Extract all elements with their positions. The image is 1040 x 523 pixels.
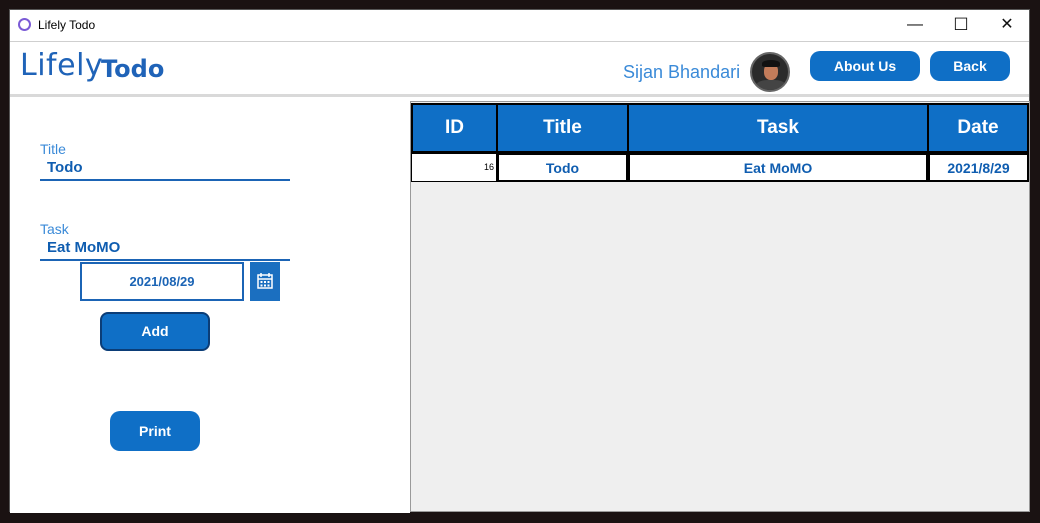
logo-todo: Todo: [101, 55, 165, 83]
column-header-task[interactable]: Task: [627, 103, 929, 153]
username-label: Sijan Bhandari: [623, 62, 741, 82]
title-field[interactable]: Todo: [47, 159, 83, 176]
window-title: Lifely Todo: [38, 18, 96, 32]
back-button[interactable]: Back: [930, 51, 1010, 81]
logo-lifely: Lifely: [20, 48, 104, 83]
todo-table: ID Title Task Date 16 Todo Eat MoMO 2021…: [410, 101, 1030, 512]
minimize-button[interactable]: —: [892, 10, 938, 41]
about-us-button[interactable]: About Us: [810, 51, 920, 81]
column-header-date[interactable]: Date: [927, 103, 1029, 153]
avatar: [750, 52, 790, 92]
maximize-button[interactable]: ☐: [938, 10, 984, 41]
title-field-underline: [40, 179, 290, 181]
table-cell-id[interactable]: 16: [411, 153, 497, 182]
task-field[interactable]: Eat MoMO: [47, 239, 120, 256]
title-bar: Lifely Todo — ☐ ✕: [10, 10, 1029, 42]
app-icon: [18, 18, 31, 31]
column-header-title[interactable]: Title: [496, 103, 629, 153]
column-header-id[interactable]: ID: [411, 103, 498, 153]
table-cell-date[interactable]: 2021/8/29: [928, 153, 1029, 182]
close-button[interactable]: ✕: [984, 10, 1030, 41]
date-field[interactable]: 2021/08/29: [80, 262, 244, 301]
table-cell-title[interactable]: Todo: [497, 153, 628, 182]
todo-form-panel: Title Todo Task Eat MoMO 2021/08/29 Add …: [10, 97, 410, 513]
app-header: Lifely Todo Sijan Bhandari About Us Back: [10, 42, 1029, 97]
calendar-icon: [257, 273, 273, 289]
add-button[interactable]: Add: [100, 312, 210, 351]
title-field-label: Title: [40, 141, 66, 157]
task-field-label: Task: [40, 221, 69, 237]
app-window: Lifely Todo — ☐ ✕ Lifely Todo Sijan Bhan…: [9, 9, 1030, 513]
task-field-underline: [40, 259, 290, 261]
table-cell-task[interactable]: Eat MoMO: [628, 153, 928, 182]
print-button[interactable]: Print: [110, 411, 200, 451]
calendar-button[interactable]: [250, 262, 280, 301]
